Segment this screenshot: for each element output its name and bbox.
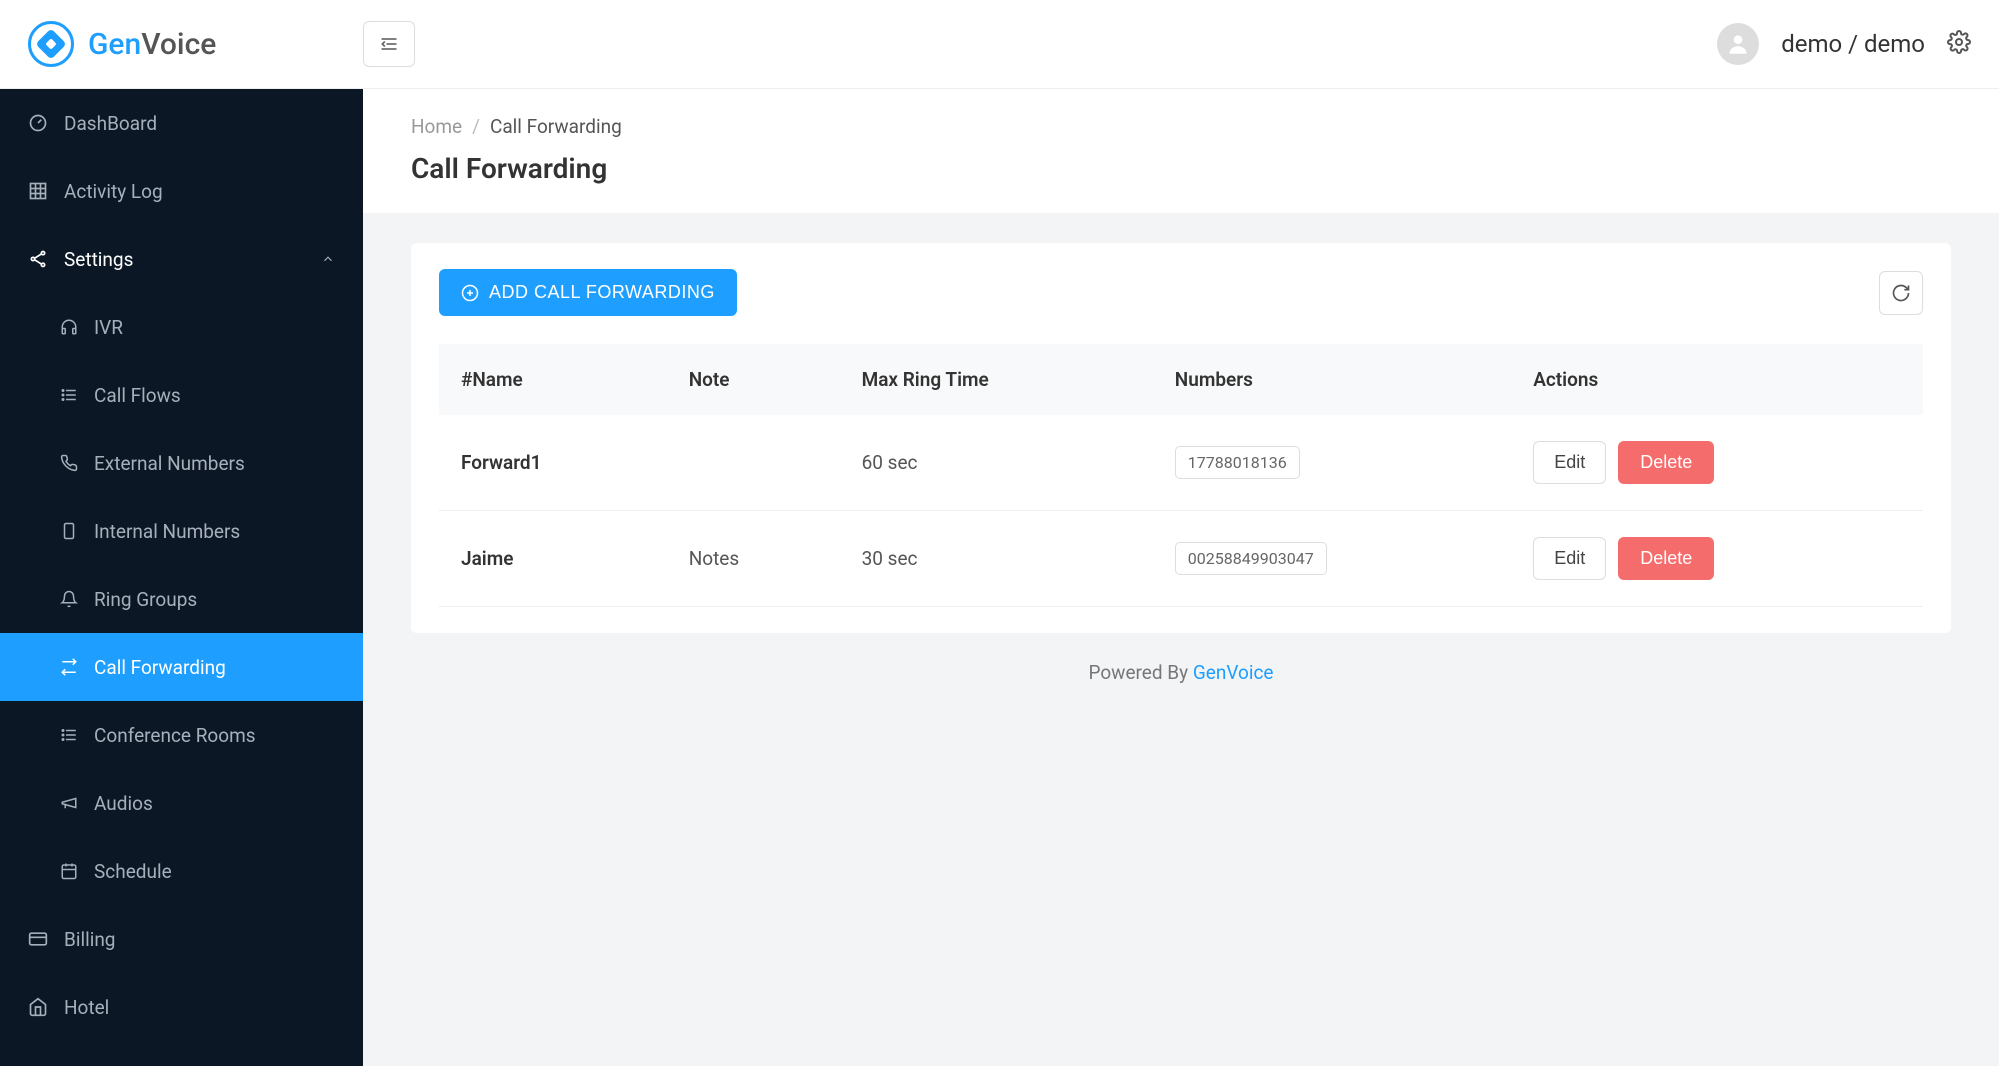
cell-numbers: 00258849903047 [1153, 511, 1511, 607]
gear-icon [1947, 30, 1971, 54]
button-label: ADD CALL FORWARDING [489, 282, 715, 303]
plus-circle-icon [461, 284, 479, 302]
chevron-up-icon [321, 252, 335, 266]
sidebar-item-call-flows[interactable]: Call Flows [0, 361, 363, 429]
sidebar-item-audios[interactable]: Audios [0, 769, 363, 837]
cell-actions: Edit Delete [1511, 511, 1923, 607]
megaphone-icon [60, 794, 78, 812]
breadcrumb-home[interactable]: Home [411, 115, 462, 138]
settings-button[interactable] [1947, 30, 1971, 58]
sidebar-item-internal-numbers[interactable]: Internal Numbers [0, 497, 363, 565]
sidebar-label: Settings [64, 248, 133, 271]
share-icon [28, 249, 48, 269]
sidebar-item-dashboard[interactable]: DashBoard [0, 89, 363, 157]
table-row: Jaime Notes 30 sec 00258849903047 Edit D… [439, 511, 1923, 607]
top-bar: GenVoice demo / demo [0, 0, 1999, 89]
edit-button[interactable]: Edit [1533, 537, 1606, 580]
number-tag: 00258849903047 [1175, 542, 1327, 575]
grid-icon [28, 181, 48, 201]
table-row: Forward1 60 sec 17788018136 Edit Delete [439, 415, 1923, 511]
col-header-name: #Name [439, 344, 667, 415]
footer-link[interactable]: GenVoice [1193, 661, 1274, 684]
sidebar-item-activity-log[interactable]: Activity Log [0, 157, 363, 225]
swap-icon [60, 658, 78, 676]
delete-button[interactable]: Delete [1618, 537, 1714, 580]
menu-collapse-icon [379, 34, 399, 54]
sidebar-label: Audios [94, 792, 153, 815]
page-header: Home / Call Forwarding Call Forwarding [363, 89, 1999, 213]
sidebar-item-schedule[interactable]: Schedule [0, 837, 363, 905]
footer: Powered By GenVoice [411, 633, 1951, 712]
sidebar-label: DashBoard [64, 112, 157, 135]
cell-note: Notes [667, 511, 840, 607]
cell-numbers: 17788018136 [1153, 415, 1511, 511]
sidebar-label: Call Forwarding [94, 656, 226, 679]
sidebar: DashBoard Activity Log Settings IVR Call… [0, 89, 363, 1066]
col-header-note: Note [667, 344, 840, 415]
home-icon [28, 997, 48, 1017]
bell-icon [60, 590, 78, 608]
content-card: ADD CALL FORWARDING #Name Note Max Ring … [411, 243, 1951, 633]
list-icon [60, 726, 78, 744]
cell-name: Jaime [439, 511, 667, 607]
sidebar-label: Activity Log [64, 180, 163, 203]
add-call-forwarding-button[interactable]: ADD CALL FORWARDING [439, 269, 737, 316]
sidebar-item-call-forwarding[interactable]: Call Forwarding [0, 633, 363, 701]
col-header-actions: Actions [1511, 344, 1923, 415]
logo-icon [28, 21, 74, 67]
delete-button[interactable]: Delete [1618, 441, 1714, 484]
refresh-button[interactable] [1879, 271, 1923, 315]
sidebar-label: Ring Groups [94, 588, 197, 611]
number-tag: 17788018136 [1175, 446, 1300, 479]
sidebar-label: Internal Numbers [94, 520, 240, 543]
page-title: Call Forwarding [411, 152, 1951, 185]
cell-max-ring: 30 sec [840, 511, 1153, 607]
user-label[interactable]: demo / demo [1781, 30, 1925, 58]
sidebar-label: IVR [94, 316, 123, 339]
sidebar-item-billing[interactable]: Billing [0, 905, 363, 973]
phone-icon [60, 454, 78, 472]
col-header-max-ring: Max Ring Time [840, 344, 1153, 415]
main-content: Home / Call Forwarding Call Forwarding A… [363, 89, 1999, 1066]
breadcrumb-separator: / [472, 115, 480, 138]
sidebar-label: Schedule [94, 860, 172, 883]
sidebar-item-external-numbers[interactable]: External Numbers [0, 429, 363, 497]
mobile-icon [60, 522, 78, 540]
list-icon [60, 386, 78, 404]
credit-card-icon [28, 929, 48, 949]
gauge-icon [28, 113, 48, 133]
sidebar-item-ring-groups[interactable]: Ring Groups [0, 565, 363, 633]
user-avatar[interactable] [1717, 23, 1759, 65]
sidebar-item-ivr[interactable]: IVR [0, 293, 363, 361]
sidebar-label: External Numbers [94, 452, 245, 475]
logo[interactable]: GenVoice [28, 21, 363, 67]
sidebar-label: Call Flows [94, 384, 181, 407]
edit-button[interactable]: Edit [1533, 441, 1606, 484]
sidebar-label: Conference Rooms [94, 724, 256, 747]
cell-max-ring: 60 sec [840, 415, 1153, 511]
breadcrumb: Home / Call Forwarding [411, 115, 1951, 138]
user-icon [1725, 31, 1751, 57]
call-forwarding-table: #Name Note Max Ring Time Numbers Actions… [439, 344, 1923, 607]
col-header-numbers: Numbers [1153, 344, 1511, 415]
sidebar-label: Hotel [64, 996, 109, 1019]
logo-text: GenVoice [88, 27, 216, 62]
sidebar-item-conference-rooms[interactable]: Conference Rooms [0, 701, 363, 769]
sidebar-toggle-button[interactable] [363, 21, 415, 67]
breadcrumb-current: Call Forwarding [490, 115, 622, 138]
sidebar-item-settings[interactable]: Settings [0, 225, 363, 293]
footer-text: Powered By [1088, 661, 1192, 684]
sidebar-label: Billing [64, 928, 115, 951]
sidebar-item-hotel[interactable]: Hotel [0, 973, 363, 1041]
cell-note [667, 415, 840, 511]
headphones-icon [60, 318, 78, 336]
calendar-icon [60, 862, 78, 880]
refresh-icon [1891, 283, 1911, 303]
cell-actions: Edit Delete [1511, 415, 1923, 511]
cell-name: Forward1 [439, 415, 667, 511]
